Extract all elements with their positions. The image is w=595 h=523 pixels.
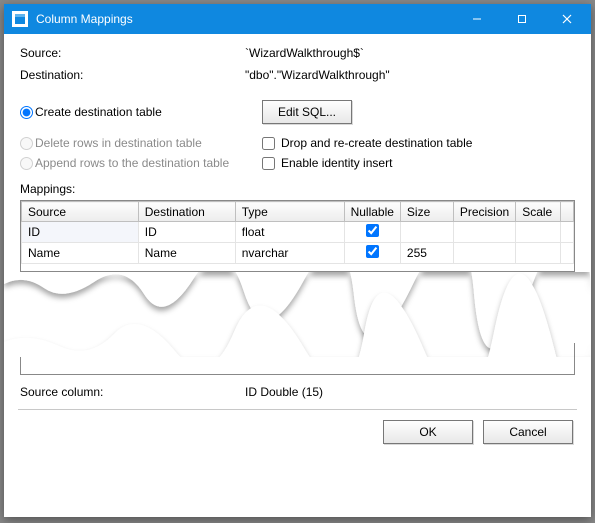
source-label: Source: (20, 46, 245, 60)
ok-button[interactable]: OK (383, 420, 473, 444)
nullable-checkbox[interactable] (366, 224, 379, 237)
identity-insert-checkbox-input[interactable] (262, 157, 275, 170)
nullable-checkbox[interactable] (366, 245, 379, 258)
source-value: `WizardWalkthrough$` (245, 46, 364, 60)
delete-rows-radio: Delete rows in destination table (20, 136, 262, 150)
close-button[interactable] (544, 4, 589, 34)
col-filler (561, 202, 574, 222)
create-table-radio-input[interactable] (20, 106, 33, 119)
create-table-radio-label: Create destination table (35, 105, 162, 119)
lower-list-area (20, 343, 575, 375)
cancel-button[interactable]: Cancel (483, 420, 573, 444)
table-row[interactable]: IDIDfloat (22, 222, 574, 243)
drop-recreate-checkbox-input[interactable] (262, 137, 275, 150)
table-cell[interactable]: Name (22, 243, 139, 264)
dialog-window: Column Mappings Source: `WizardWalkthrou… (4, 4, 591, 517)
maximize-button[interactable] (499, 4, 544, 34)
create-table-radio[interactable]: Create destination table (20, 105, 262, 119)
separator (18, 409, 577, 410)
app-icon (12, 11, 28, 27)
col-nullable[interactable]: Nullable (344, 202, 400, 222)
table-cell[interactable] (453, 243, 515, 264)
col-source[interactable]: Source (22, 202, 139, 222)
edit-sql-button[interactable]: Edit SQL... (262, 100, 352, 124)
identity-insert-checkbox[interactable]: Enable identity insert (262, 156, 575, 170)
drop-recreate-checkbox-label: Drop and re-create destination table (281, 136, 472, 150)
table-cell[interactable] (561, 243, 574, 264)
append-rows-radio: Append rows to the destination table (20, 156, 262, 170)
delete-rows-radio-input (20, 137, 33, 150)
col-scale[interactable]: Scale (516, 202, 561, 222)
dialog-body: Source: `WizardWalkthrough$` Destination… (4, 34, 591, 517)
table-cell[interactable] (516, 243, 561, 264)
append-rows-radio-input (20, 157, 33, 170)
table-cell[interactable]: ID (138, 222, 235, 243)
titlebar: Column Mappings (4, 4, 591, 34)
destination-value: "dbo"."WizardWalkthrough" (245, 68, 390, 82)
append-rows-radio-label: Append rows to the destination table (35, 156, 229, 170)
table-cell[interactable]: float (235, 222, 344, 243)
col-type[interactable]: Type (235, 202, 344, 222)
table-row[interactable]: NameNamenvarchar255 (22, 243, 574, 264)
nullable-cell[interactable] (344, 243, 400, 264)
source-column-label: Source column: (20, 385, 245, 399)
mappings-label: Mappings: (20, 182, 575, 196)
destination-label: Destination: (20, 68, 245, 82)
table-cell[interactable] (453, 222, 515, 243)
table-cell[interactable]: Name (138, 243, 235, 264)
table-header-row: Source Destination Type Nullable Size Pr… (22, 202, 574, 222)
identity-insert-checkbox-label: Enable identity insert (281, 156, 392, 170)
mappings-table-container[interactable]: Source Destination Type Nullable Size Pr… (20, 200, 575, 272)
minimize-button[interactable] (454, 4, 499, 34)
delete-rows-radio-label: Delete rows in destination table (35, 136, 202, 150)
table-cell[interactable]: 255 (400, 243, 453, 264)
col-size[interactable]: Size (400, 202, 453, 222)
table-cell[interactable]: nvarchar (235, 243, 344, 264)
nullable-cell[interactable] (344, 222, 400, 243)
table-cell[interactable] (561, 222, 574, 243)
col-destination[interactable]: Destination (138, 202, 235, 222)
table-cell[interactable] (400, 222, 453, 243)
drop-recreate-checkbox[interactable]: Drop and re-create destination table (262, 136, 575, 150)
table-cell[interactable] (516, 222, 561, 243)
window-title: Column Mappings (36, 12, 454, 26)
col-precision[interactable]: Precision (453, 202, 515, 222)
mappings-table: Source Destination Type Nullable Size Pr… (21, 201, 574, 264)
table-cell[interactable]: ID (22, 222, 139, 243)
source-column-value: ID Double (15) (245, 385, 323, 399)
